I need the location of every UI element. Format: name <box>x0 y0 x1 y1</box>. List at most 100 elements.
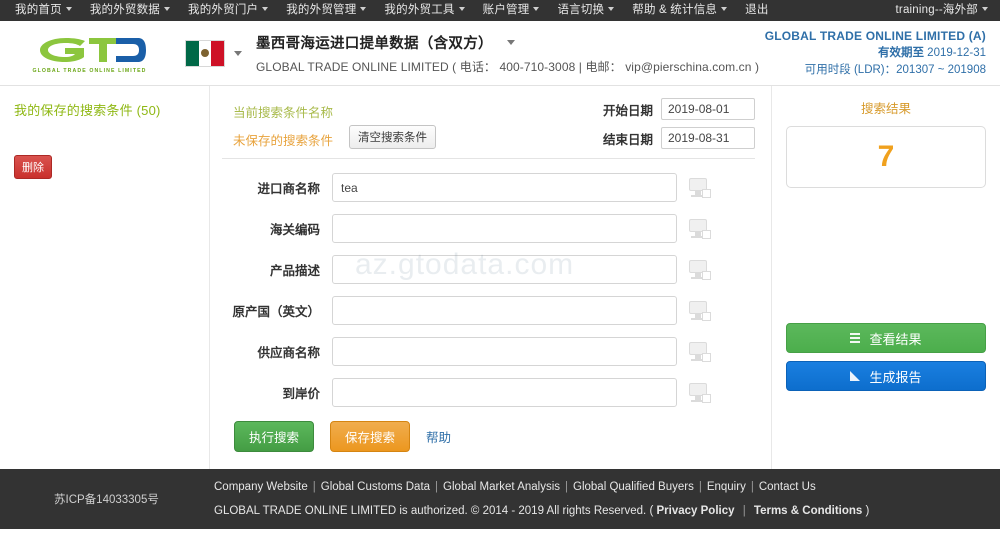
nav-user-label: training--海外部 <box>895 4 978 16</box>
chart-icon <box>850 371 861 381</box>
nav-item-label: 我的外贸工具 <box>384 4 455 16</box>
nav-item-3[interactable]: 我的外贸管理 <box>277 0 375 21</box>
footer-link-4[interactable]: Enquiry <box>707 481 746 493</box>
footer-link-0[interactable]: Company Website <box>214 481 308 493</box>
page-header: GLOBAL TRADE ONLINE LIMITED 墨西哥海运进口提单数据（… <box>0 21 1000 86</box>
search-form-panel: 当前搜索条件名称 未保存的搜索条件 清空搜索条件 开始日期 结束日期 进口商名称… <box>210 86 772 469</box>
chevron-down-icon[interactable] <box>506 39 515 45</box>
keyboard-helper-icon[interactable] <box>689 341 711 362</box>
field-row-hs-code: 海关编码 <box>222 214 755 243</box>
search-fields: 进口商名称海关编码产品描述原产国（英文） 供应商名称到岸价 <box>222 159 755 407</box>
saved-conditions-title: 我的保存的搜索条件 (50) <box>14 103 161 118</box>
keyboard-helper-icon[interactable] <box>689 218 711 239</box>
separator: | <box>698 480 702 493</box>
nav-item-2[interactable]: 我的外贸门户 <box>179 0 277 21</box>
current-condition-label: 当前搜索条件名称 <box>233 106 334 120</box>
company-contact-line: GLOBAL TRADE ONLINE LIMITED ( 电话： 400-71… <box>256 59 760 74</box>
privacy-policy-link[interactable]: Privacy Policy <box>657 505 735 517</box>
top-navigation-bar: 我的首页 我的外贸数据 我的外贸门户 我的外贸管理 我的外贸工具 账户管理 语言切换 帮助 &… <box>0 0 1000 21</box>
logo-tagline: GLOBAL TRADE ONLINE LIMITED <box>32 67 147 74</box>
nav-item-8[interactable]: 退出 <box>736 0 777 21</box>
results-count-box: 7 <box>786 126 986 188</box>
keyboard-helper-icon[interactable] <box>689 177 711 198</box>
nav-user-menu[interactable]: training--海外部 <box>887 0 994 21</box>
nav-item-0[interactable]: 我的首页 <box>6 0 81 21</box>
field-input-product-description[interactable] <box>332 255 677 284</box>
end-date-input[interactable] <box>661 127 755 149</box>
keyboard-helper-icon[interactable] <box>689 382 711 403</box>
execute-search-button[interactable]: 执行搜索 <box>234 421 315 452</box>
chevron-down-icon <box>458 6 465 11</box>
account-expiry: 有效期至 2019-12-31 <box>765 45 986 62</box>
footer-link-2[interactable]: Global Market Analysis <box>443 481 560 493</box>
footer-link-1[interactable]: Global Customs Data <box>321 481 430 493</box>
save-search-button[interactable]: 保存搜索 <box>330 421 411 452</box>
view-results-label: 查看结果 <box>869 331 922 347</box>
field-input-origin-country[interactable] <box>332 296 677 325</box>
chevron-down-icon <box>608 6 615 11</box>
end-date-row: 结束日期 <box>603 127 755 149</box>
field-row-cif-price: 到岸价 <box>222 378 755 407</box>
field-label-product-description: 产品描述 <box>269 264 320 278</box>
separator: | <box>435 480 439 493</box>
chevron-down-icon <box>360 6 367 11</box>
paren-close: ) <box>865 504 870 517</box>
nav-item-4[interactable]: 我的外贸工具 <box>375 0 473 21</box>
generate-report-button[interactable]: 生成报告 <box>786 361 986 391</box>
field-row-importer-name: 进口商名称 <box>222 173 755 202</box>
account-ldr: 可用时段 (LDR)：201307 ~ 201908 <box>804 63 986 76</box>
field-input-supplier-name[interactable] <box>332 337 677 366</box>
country-selector[interactable] <box>185 39 242 67</box>
dataset-title: 墨西哥海运进口提单数据（含双方） <box>256 35 493 52</box>
field-label-hs-code: 海关编码 <box>269 223 320 237</box>
clear-conditions-button[interactable]: 清空搜索条件 <box>349 125 436 149</box>
expiry-label: 有效期至 <box>877 47 924 60</box>
separator: | <box>750 480 754 493</box>
footer-link-5[interactable]: Contact Us <box>759 481 816 493</box>
footer-links: Company Website | Global Customs Data | Glob… <box>214 481 869 494</box>
field-label-supplier-name: 供应商名称 <box>257 346 320 360</box>
nav-item-7[interactable]: 帮助 & 统计信息 <box>623 0 736 21</box>
condition-header: 当前搜索条件名称 未保存的搜索条件 清空搜索条件 开始日期 结束日期 <box>222 98 755 156</box>
field-input-cif-price[interactable] <box>332 378 677 407</box>
results-title: 搜索结果 <box>860 102 911 116</box>
terms-conditions-link[interactable]: Terms & Conditions <box>754 505 862 517</box>
chevron-down-icon <box>262 6 269 11</box>
nav-item-label: 帮助 & 统计信息 <box>632 4 718 16</box>
icp-license: 苏ICP备14033305号 <box>54 494 159 506</box>
footer-link-3[interactable]: Global Qualified Buyers <box>573 481 694 493</box>
field-input-hs-code[interactable] <box>332 214 677 243</box>
help-link[interactable]: 帮助 <box>426 427 451 446</box>
field-row-product-description: 产品描述 <box>222 255 755 284</box>
grid-icon <box>850 333 861 343</box>
view-results-button[interactable]: 查看结果 <box>786 323 986 353</box>
nav-item-label: 语言切换 <box>557 4 605 16</box>
chevron-down-icon <box>982 6 988 11</box>
keyboard-helper-icon[interactable] <box>689 300 711 321</box>
start-date-input[interactable] <box>661 98 755 120</box>
main-content: 我的保存的搜索条件 (50) 删除 当前搜索条件名称 未保存的搜索条件 清空搜索… <box>0 86 1000 469</box>
paren-open: ( <box>649 504 654 517</box>
nav-item-label: 我的外贸数据 <box>89 4 161 16</box>
field-input-importer-name[interactable] <box>332 173 677 202</box>
mexico-flag-icon <box>185 39 225 67</box>
chevron-down-icon <box>164 6 171 11</box>
results-count: 7 <box>877 140 895 173</box>
start-date-label: 开始日期 <box>602 103 653 118</box>
bottom-strip <box>0 529 1000 545</box>
nav-item-1[interactable]: 我的外贸数据 <box>81 0 179 21</box>
field-label-importer-name: 进口商名称 <box>257 182 320 196</box>
generate-report-label: 生成报告 <box>869 369 922 385</box>
keyboard-helper-icon[interactable] <box>689 259 711 280</box>
chevron-down-icon <box>234 50 242 56</box>
field-row-origin-country: 原产国（英文） <box>222 296 755 325</box>
nav-item-6[interactable]: 语言切换 <box>548 0 623 21</box>
gto-logo[interactable]: GLOBAL TRADE ONLINE LIMITED <box>22 33 157 74</box>
chevron-down-icon <box>721 6 728 11</box>
nav-item-5[interactable]: 账户管理 <box>474 0 549 21</box>
nav-item-label: 账户管理 <box>482 4 530 16</box>
delete-button[interactable]: 删除 <box>14 155 52 179</box>
expiry-value: 2019-12-31 <box>927 47 986 60</box>
account-name: GLOBAL TRADE ONLINE LIMITED (A) <box>764 28 986 43</box>
nav-item-label: 我的首页 <box>15 4 62 16</box>
